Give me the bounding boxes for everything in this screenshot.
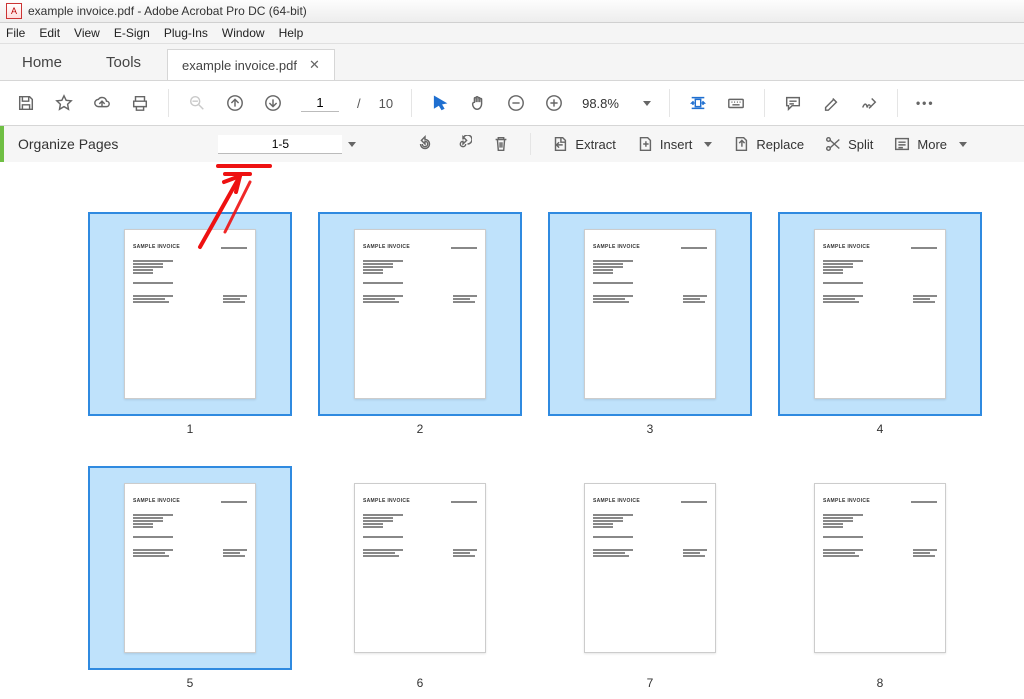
menu-help[interactable]: Help [279,26,304,40]
scissors-icon [824,135,842,153]
page-number-label: 7 [647,676,654,690]
zoom-out-icon[interactable] [506,93,526,113]
menu-window[interactable]: Window [222,26,265,40]
zoom-out-glass-icon[interactable] [187,93,207,113]
thumbnail-area[interactable]: SAMPLE INVOICE1SAMPLE INVOICE2SAMPLE INV… [0,162,1024,699]
sign-icon[interactable] [859,93,879,113]
page-thumbnail[interactable]: SAMPLE INVOICE5 [90,466,290,690]
page-thumbnail[interactable]: SAMPLE INVOICE7 [550,466,750,690]
organize-title: Organize Pages [18,136,118,152]
star-icon[interactable] [54,93,74,113]
rotate-right-icon[interactable] [454,135,472,153]
page-thumbnail[interactable]: SAMPLE INVOICE8 [780,466,980,690]
organize-pages-bar: Organize Pages Extract Insert Replace Sp… [0,126,1024,163]
highlight-icon[interactable] [821,93,841,113]
extract-button[interactable]: Extract [551,135,615,153]
split-button[interactable]: Split [824,135,873,153]
rotate-left-icon[interactable] [416,135,434,153]
more-tools-icon[interactable]: ••• [916,96,935,110]
zoom-dropdown-icon[interactable] [643,101,651,106]
menu-bar: File Edit View E-Sign Plug-Ins Window He… [0,23,1024,44]
page-thumbnail[interactable]: SAMPLE INVOICE3 [550,212,750,436]
close-tab-icon[interactable]: ✕ [309,57,320,73]
page-number-label: 6 [417,676,424,690]
zoom-value[interactable]: 98.8% [582,96,619,111]
delete-icon[interactable] [492,135,510,153]
window-title: example invoice.pdf - Adobe Acrobat Pro … [28,4,307,18]
organize-accent [0,126,4,162]
page-thumbnail[interactable]: SAMPLE INVOICE6 [320,466,520,690]
tab-tools[interactable]: Tools [84,44,163,80]
title-bar: A example invoice.pdf - Adobe Acrobat Pr… [0,0,1024,23]
menu-view[interactable]: View [74,26,100,40]
insert-icon [636,135,654,153]
save-icon[interactable] [16,93,36,113]
comment-icon[interactable] [783,93,803,113]
menu-edit[interactable]: Edit [39,26,60,40]
current-page-input[interactable] [301,94,339,112]
print-icon[interactable] [130,93,150,113]
extract-icon [551,135,569,153]
hand-tool-icon[interactable] [468,93,488,113]
insert-button[interactable]: Insert [636,135,713,153]
document-tab[interactable]: example invoice.pdf ✕ [167,49,335,80]
range-dropdown-icon[interactable] [348,142,356,147]
page-thumbnail[interactable]: SAMPLE INVOICE1 [90,212,290,436]
document-tab-label: example invoice.pdf [182,58,297,73]
zoom-in-icon[interactable] [544,93,564,113]
fit-width-icon[interactable] [688,93,708,113]
replace-icon [732,135,750,153]
page-separator: / [357,96,361,111]
page-thumbnail[interactable]: SAMPLE INVOICE2 [320,212,520,436]
more-list-icon [893,135,911,153]
menu-esign[interactable]: E-Sign [114,26,150,40]
thumbnail-grid: SAMPLE INVOICE1SAMPLE INVOICE2SAMPLE INV… [90,212,964,690]
page-range-input[interactable] [218,135,342,154]
replace-button[interactable]: Replace [732,135,804,153]
keyboard-icon[interactable] [726,93,746,113]
page-number-label: 3 [647,422,654,436]
menu-file[interactable]: File [6,26,25,40]
page-thumbnail[interactable]: SAMPLE INVOICE4 [780,212,980,436]
menu-plugins[interactable]: Plug-Ins [164,26,208,40]
page-number-label: 8 [877,676,884,690]
cloud-upload-icon[interactable] [92,93,112,113]
page-number-label: 5 [187,676,194,690]
tab-bar: Home Tools example invoice.pdf ✕ [0,44,1024,81]
main-toolbar: / 10 98.8% ••• [0,81,1024,126]
page-down-icon[interactable] [263,93,283,113]
more-button[interactable]: More [893,135,967,153]
total-pages: 10 [379,96,393,111]
selection-tool-icon[interactable] [430,93,450,113]
acrobat-icon: A [6,3,22,19]
page-number-label: 4 [877,422,884,436]
page-up-icon[interactable] [225,93,245,113]
page-number-label: 2 [417,422,424,436]
tab-home[interactable]: Home [0,44,84,80]
page-number-label: 1 [187,422,194,436]
